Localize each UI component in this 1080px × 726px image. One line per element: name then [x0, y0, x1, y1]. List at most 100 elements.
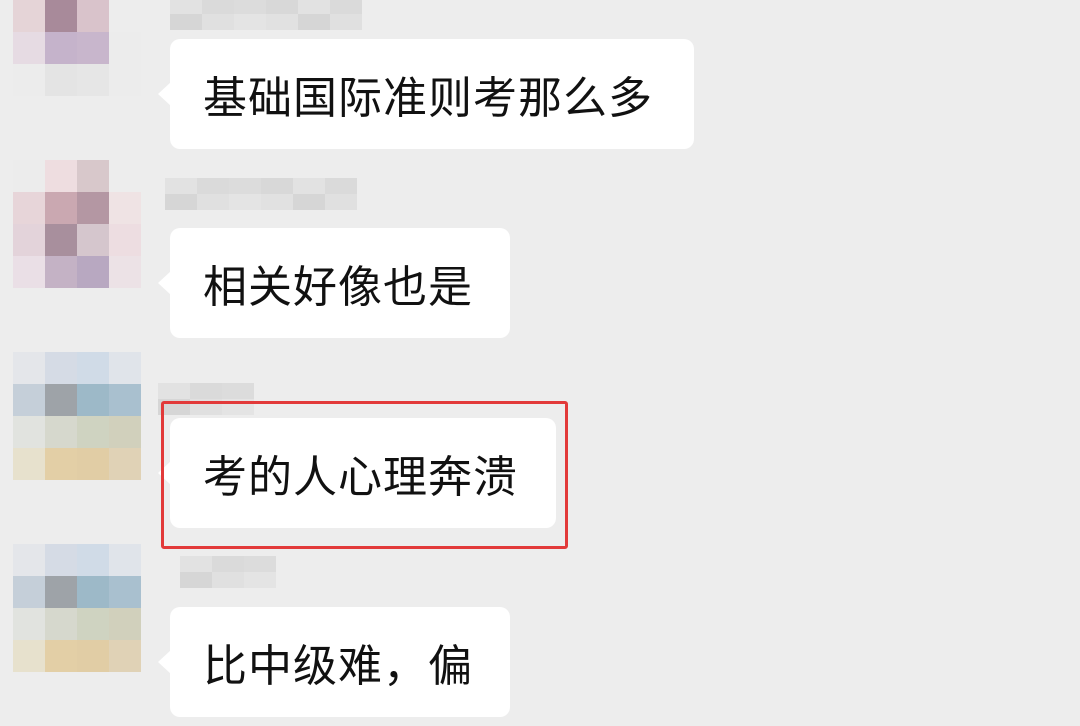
avatar-mosaic-cell: [77, 640, 109, 672]
sender-avatar[interactable]: [13, 352, 141, 480]
name-mosaic-cell: [293, 194, 325, 210]
avatar-mosaic-cell: [109, 608, 141, 640]
chat-message-list[interactable]: 基础国际准则考那么多 相关好像也是 考的人心理奔溃 比中级难，偏: [0, 0, 1080, 726]
message-bubble[interactable]: 基础国际准则考那么多: [158, 39, 694, 149]
avatar-mosaic-cell: [109, 32, 141, 64]
avatar-mosaic-cell: [77, 256, 109, 288]
avatar-mosaic-cell: [109, 224, 141, 256]
avatar-mosaic-cell: [45, 0, 77, 32]
avatar-mosaic-cell: [109, 0, 141, 32]
avatar-mosaic-cell: [13, 576, 45, 608]
avatar-mosaic-cell: [109, 576, 141, 608]
name-mosaic-cell: [197, 194, 229, 210]
avatar-mosaic-cell: [13, 256, 45, 288]
name-mosaic-cell: [234, 14, 266, 30]
avatar-mosaic-cell: [45, 576, 77, 608]
avatar-mosaic-cell: [77, 416, 109, 448]
avatar-mosaic-cell: [109, 416, 141, 448]
message-text: 相关好像也是: [203, 262, 473, 313]
avatar-mosaic-cell: [77, 448, 109, 480]
name-mosaic-cell: [266, 14, 298, 30]
avatar-mosaic-cell: [45, 32, 77, 64]
avatar-mosaic-cell: [13, 608, 45, 640]
avatar-mosaic-cell: [109, 352, 141, 384]
message-bubble[interactable]: 相关好像也是: [158, 228, 510, 338]
avatar-mosaic-cell: [13, 192, 45, 224]
avatar-mosaic-cell: [109, 192, 141, 224]
name-mosaic-cell: [325, 178, 357, 194]
name-mosaic-cell: [212, 556, 244, 572]
avatar-mosaic-cell: [77, 352, 109, 384]
name-mosaic-cell: [158, 383, 190, 399]
avatar-mosaic-cell: [77, 576, 109, 608]
name-mosaic-cell: [190, 383, 222, 399]
name-mosaic-cell: [261, 178, 293, 194]
name-mosaic-cell: [330, 0, 362, 14]
sender-avatar[interactable]: [13, 160, 141, 288]
avatar-mosaic-cell: [77, 64, 109, 96]
name-mosaic-cell: [197, 178, 229, 194]
avatar-mosaic-cell: [77, 32, 109, 64]
avatar-mosaic-cell: [45, 608, 77, 640]
avatar-mosaic-cell: [109, 160, 141, 192]
avatar-mosaic-cell: [13, 544, 45, 576]
avatar-mosaic-cell: [13, 640, 45, 672]
sender-name-blurred: [180, 556, 276, 588]
name-mosaic-cell: [266, 0, 298, 14]
message-text: 基础国际准则考那么多: [203, 73, 653, 124]
avatar-mosaic-cell: [13, 448, 45, 480]
avatar-mosaic-cell: [109, 384, 141, 416]
name-mosaic-cell: [298, 14, 330, 30]
avatar-mosaic-cell: [45, 160, 77, 192]
name-mosaic-cell: [180, 572, 212, 588]
avatar-mosaic-cell: [45, 544, 77, 576]
name-mosaic-cell: [212, 572, 244, 588]
avatar-mosaic-cell: [77, 224, 109, 256]
name-mosaic-cell: [244, 556, 276, 572]
sender-avatar[interactable]: [13, 0, 141, 96]
avatar-mosaic-cell: [13, 384, 45, 416]
avatar-mosaic-cell: [45, 416, 77, 448]
avatar-mosaic-cell: [13, 32, 45, 64]
avatar-mosaic-cell: [77, 384, 109, 416]
name-mosaic-cell: [180, 556, 212, 572]
name-mosaic-cell: [293, 178, 325, 194]
avatar-mosaic-cell: [13, 64, 45, 96]
avatar-mosaic-cell: [45, 256, 77, 288]
name-mosaic-cell: [244, 572, 276, 588]
name-mosaic-cell: [202, 0, 234, 14]
avatar-mosaic-cell: [45, 64, 77, 96]
name-mosaic-cell: [165, 178, 197, 194]
name-mosaic-cell: [330, 14, 362, 30]
name-mosaic-cell: [202, 14, 234, 30]
name-mosaic-cell: [229, 178, 261, 194]
sender-avatar[interactable]: [13, 544, 141, 672]
avatar-mosaic-cell: [13, 160, 45, 192]
avatar-mosaic-cell: [109, 256, 141, 288]
message-text: 比中级难，偏: [203, 641, 473, 692]
avatar-mosaic-cell: [13, 416, 45, 448]
avatar-mosaic-cell: [109, 64, 141, 96]
name-mosaic-cell: [261, 194, 293, 210]
avatar-mosaic-cell: [45, 192, 77, 224]
avatar-mosaic-cell: [13, 0, 45, 32]
name-mosaic-cell: [165, 194, 197, 210]
avatar-mosaic-cell: [77, 0, 109, 32]
avatar-mosaic-cell: [13, 352, 45, 384]
avatar-mosaic-cell: [77, 608, 109, 640]
message-bubble[interactable]: 比中级难，偏: [158, 607, 510, 717]
avatar-mosaic-cell: [109, 640, 141, 672]
avatar-mosaic-cell: [45, 352, 77, 384]
name-mosaic-cell: [170, 14, 202, 30]
avatar-mosaic-cell: [77, 160, 109, 192]
name-mosaic-cell: [298, 0, 330, 14]
avatar-mosaic-cell: [109, 448, 141, 480]
name-mosaic-cell: [170, 0, 202, 14]
name-mosaic-cell: [229, 194, 261, 210]
sender-name-blurred: [170, 0, 362, 30]
avatar-mosaic-cell: [45, 384, 77, 416]
avatar-mosaic-cell: [45, 224, 77, 256]
avatar-mosaic-cell: [13, 224, 45, 256]
name-mosaic-cell: [234, 0, 266, 14]
avatar-mosaic-cell: [45, 448, 77, 480]
